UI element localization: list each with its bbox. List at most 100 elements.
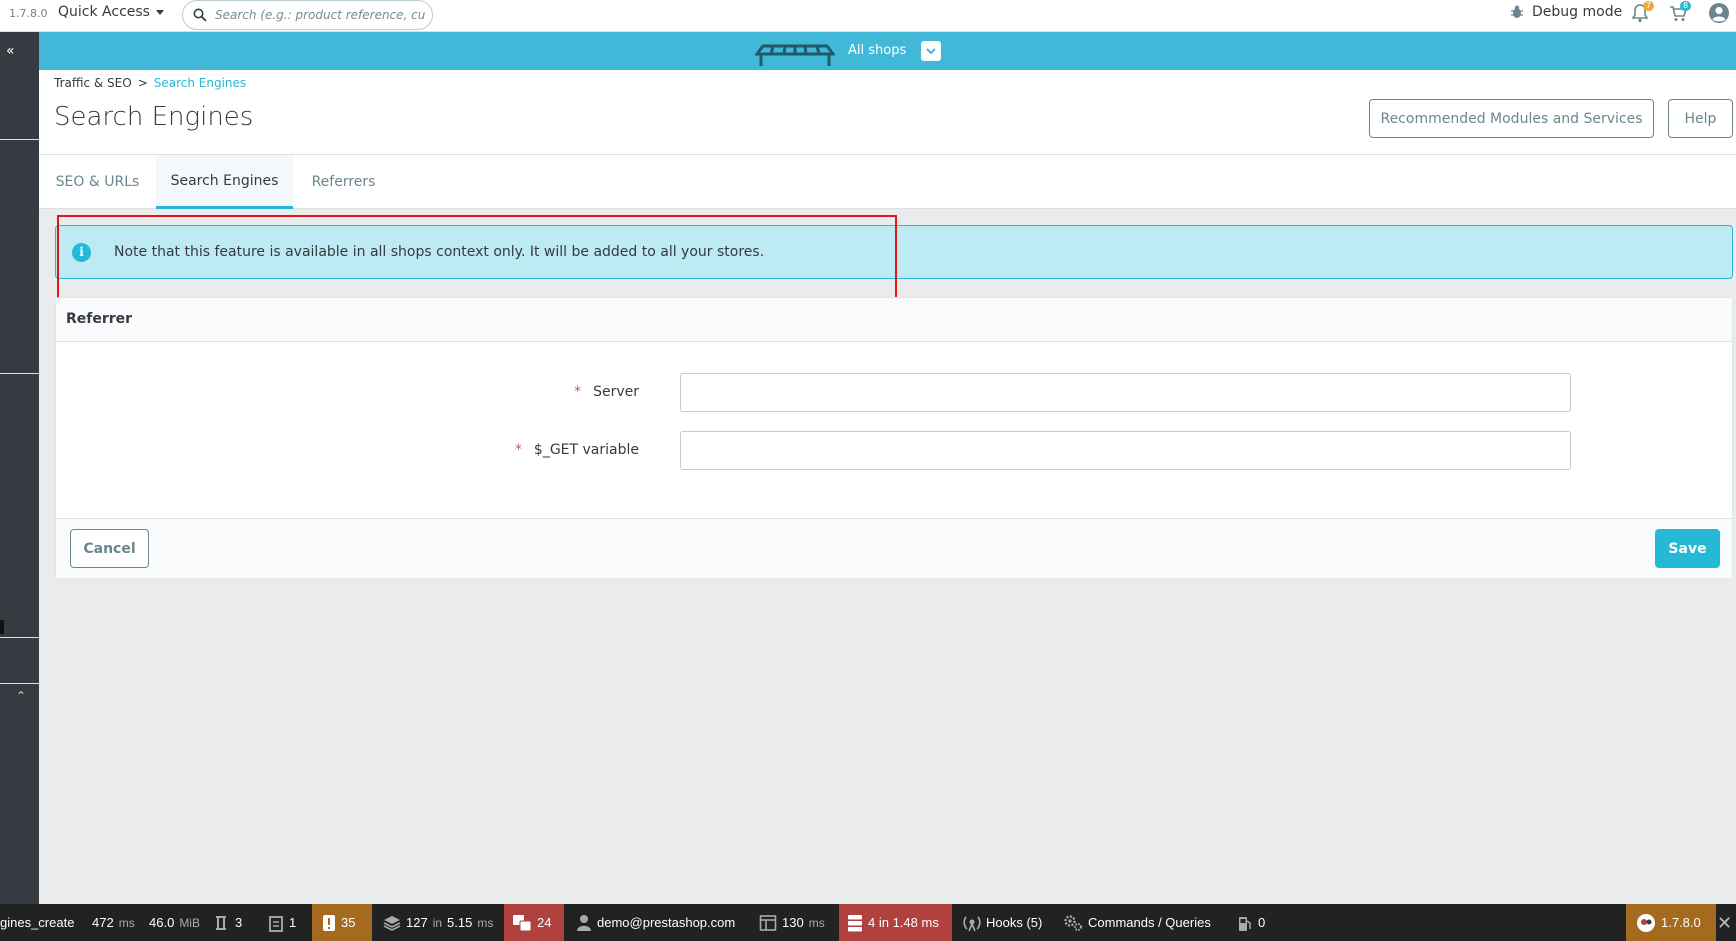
search-input[interactable] bbox=[215, 8, 425, 22]
sidebar-divider bbox=[0, 683, 39, 684]
shop-selector-dropdown[interactable] bbox=[921, 41, 941, 61]
render-time-value: 130 bbox=[782, 915, 804, 930]
warnings-item[interactable]: 35 bbox=[312, 904, 372, 941]
render-time-item[interactable]: 130 ms bbox=[759, 904, 825, 941]
quick-access-label: Quick Access bbox=[58, 4, 150, 20]
breadcrumb-separator: > bbox=[137, 76, 148, 90]
user-email: demo@prestashop.com bbox=[597, 915, 736, 930]
translate-icon bbox=[513, 914, 532, 931]
notifications-button[interactable]: 7 bbox=[1631, 1, 1655, 27]
debug-mode-label: Debug mode bbox=[1532, 4, 1623, 20]
translations-item[interactable]: 24 bbox=[504, 904, 564, 941]
database-icon bbox=[848, 914, 862, 931]
logs-count: 1 bbox=[289, 915, 297, 930]
logs-item[interactable]: 1 bbox=[268, 904, 296, 941]
layers-icon bbox=[383, 915, 401, 931]
sidebar: « ⌃ bbox=[0, 32, 39, 904]
route-item[interactable]: gines_create bbox=[0, 904, 74, 941]
bug-icon bbox=[1511, 5, 1523, 18]
search-icon bbox=[193, 8, 207, 22]
info-alert: i Note that this feature is available in… bbox=[55, 225, 1733, 279]
hooks-item[interactable]: Hooks (5) bbox=[963, 904, 1042, 941]
tab-seo-urls[interactable]: SEO & URLs bbox=[39, 155, 156, 209]
memory-unit: MiB bbox=[179, 915, 200, 930]
storefront-icon bbox=[755, 44, 835, 66]
page-header: Traffic & SEO > Search Engines Search En… bbox=[39, 70, 1736, 154]
commands-item[interactable]: Commands / Queries bbox=[1063, 904, 1211, 941]
referrer-form-card: Referrer * Server * $_GET variable Cancel … bbox=[55, 297, 1733, 578]
database-queries: 4 in 1.48 ms bbox=[868, 915, 939, 930]
version-label: 1.7.8.0 bbox=[9, 7, 48, 20]
timing-item[interactable]: 472 ms bbox=[92, 904, 135, 941]
save-button[interactable]: Save bbox=[1655, 529, 1720, 568]
server-input[interactable] bbox=[680, 373, 1571, 412]
search-box[interactable] bbox=[182, 0, 433, 30]
fuel-icon bbox=[1239, 916, 1251, 931]
cache-item[interactable]: 127 in 5.15 ms bbox=[383, 904, 493, 941]
modules-item[interactable]: 0 bbox=[1237, 904, 1265, 941]
server-row: * Server bbox=[56, 373, 1734, 413]
recommended-modules-button[interactable]: Recommended Modules and Services bbox=[1369, 99, 1654, 138]
database-item[interactable]: 4 in 1.48 ms bbox=[839, 904, 952, 941]
get-variable-row: * $_GET variable bbox=[56, 431, 1734, 471]
get-variable-label: * $_GET variable bbox=[515, 442, 639, 458]
get-variable-input[interactable] bbox=[680, 431, 1571, 470]
user-menu-button[interactable] bbox=[1708, 2, 1730, 28]
debug-mode-link[interactable]: Debug mode bbox=[1510, 4, 1622, 20]
required-mark: * bbox=[574, 384, 582, 400]
breadcrumb-current[interactable]: Search Engines bbox=[154, 76, 246, 90]
chevron-up-icon[interactable]: ⌃ bbox=[16, 689, 26, 703]
version-item[interactable]: 1.7.8.0 bbox=[1626, 904, 1716, 941]
orders-badge: 8 bbox=[1680, 1, 1692, 11]
shop-context-bar: All shops bbox=[39, 32, 1736, 70]
prestashop-logo-icon bbox=[1637, 913, 1655, 932]
shop-selector-label[interactable]: All shops bbox=[848, 43, 906, 58]
breadcrumb-parent[interactable]: Traffic & SEO bbox=[54, 76, 132, 90]
get-variable-label-text: $_GET variable bbox=[533, 442, 639, 458]
help-button[interactable]: Help bbox=[1668, 99, 1733, 138]
memory-value: 46.0 bbox=[149, 915, 175, 930]
card-footer: Cancel Save bbox=[56, 518, 1732, 578]
sidebar-marker bbox=[0, 620, 4, 634]
render-time-unit: ms bbox=[808, 915, 825, 930]
alert-message: Note that this feature is available in a… bbox=[114, 244, 765, 260]
clipboard-icon bbox=[269, 915, 283, 932]
forms-item[interactable]: 3 bbox=[212, 904, 242, 941]
tab-bar: SEO & URLs Search Engines Referrers bbox=[39, 154, 1736, 209]
ps-version: 1.7.8.0 bbox=[1661, 915, 1701, 930]
orders-button[interactable]: 8 bbox=[1668, 1, 1692, 27]
form-icon bbox=[216, 915, 226, 930]
modules-count: 0 bbox=[1258, 915, 1266, 930]
tab-referrers[interactable]: Referrers bbox=[293, 155, 394, 209]
server-label: * Server bbox=[574, 384, 639, 400]
page-title: Search Engines bbox=[54, 102, 254, 132]
card-title: Referrer bbox=[56, 298, 1732, 342]
cache-in: in bbox=[432, 915, 443, 930]
cache-unit: ms bbox=[477, 915, 494, 930]
memory-item[interactable]: 46.0 MiB bbox=[149, 904, 200, 941]
warning-icon bbox=[323, 914, 335, 931]
commands-label: Commands / Queries bbox=[1088, 915, 1211, 930]
cancel-button[interactable]: Cancel bbox=[70, 529, 149, 568]
tab-search-engines[interactable]: Search Engines bbox=[156, 155, 293, 209]
route-name: gines_create bbox=[0, 915, 75, 930]
user-item[interactable]: demo@prestashop.com bbox=[576, 904, 735, 941]
info-icon: i bbox=[72, 242, 91, 262]
timing-unit: ms bbox=[118, 915, 135, 930]
sidebar-divider bbox=[0, 637, 39, 638]
sidebar-divider bbox=[0, 139, 39, 140]
cache-time: 5.15 bbox=[447, 915, 473, 930]
required-mark: * bbox=[514, 442, 522, 458]
timing-value: 472 bbox=[92, 915, 114, 930]
user-icon bbox=[577, 914, 591, 931]
quick-access-dropdown[interactable]: Quick Access bbox=[58, 4, 164, 20]
gears-icon bbox=[1064, 914, 1082, 931]
close-toolbar-icon[interactable]: ✕ bbox=[1717, 913, 1732, 934]
breadcrumb: Traffic & SEO > Search Engines bbox=[54, 76, 246, 90]
hooks-icon bbox=[963, 916, 981, 931]
cache-count: 127 bbox=[406, 915, 428, 930]
collapse-sidebar-icon[interactable]: « bbox=[6, 43, 15, 59]
notifications-badge: 7 bbox=[1643, 1, 1655, 11]
warnings-count: 35 bbox=[341, 915, 356, 930]
forms-count: 3 bbox=[235, 915, 243, 930]
